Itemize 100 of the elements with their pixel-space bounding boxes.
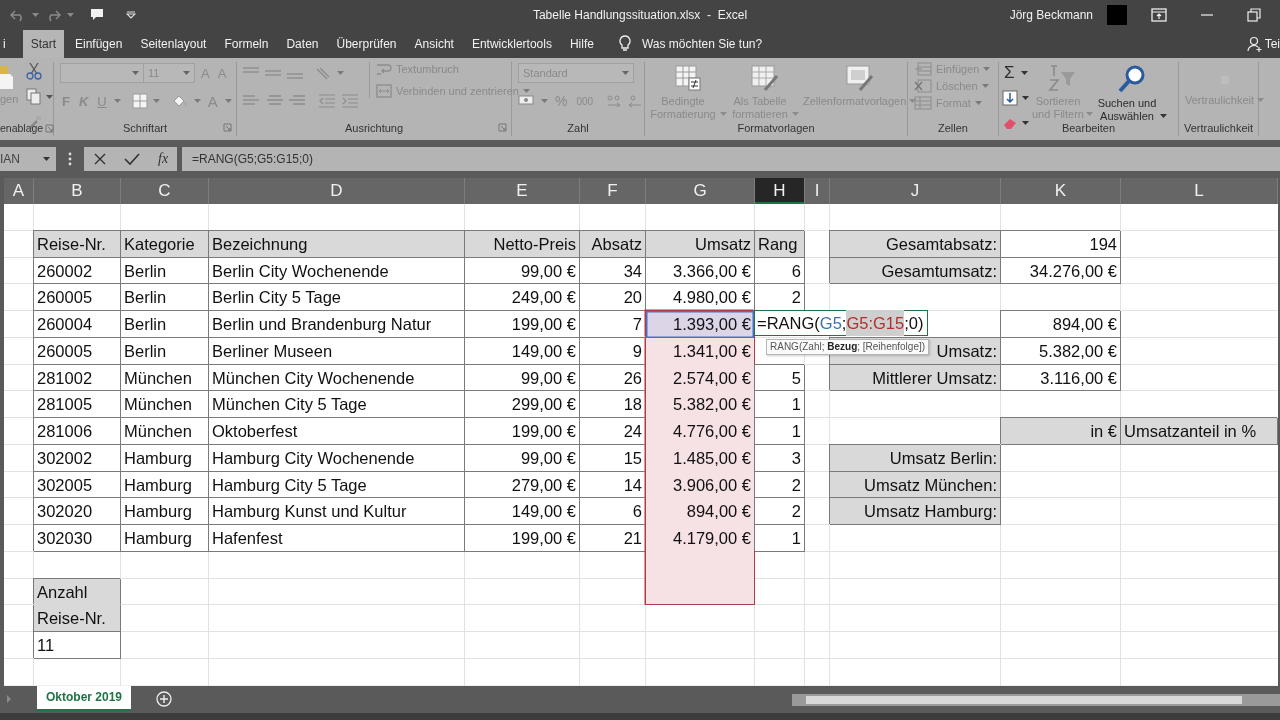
clipboard-icon[interactable] [0,64,14,90]
row-header[interactable] [0,605,4,632]
cell-reference: G5 [819,313,842,334]
restore-icon[interactable] [1247,8,1261,22]
table-cell: 894,00 € [1001,311,1121,338]
eraser-icon[interactable] [1002,116,1018,130]
column-header[interactable]: J [830,178,1001,204]
dialog-launcher-icon[interactable] [223,123,232,132]
name-box[interactable]: IAN [0,147,56,171]
column-header[interactable]: K [1001,178,1121,204]
table-cell: Hamburg [121,471,209,499]
increase-decimal-icon[interactable] [606,94,623,108]
person-add-icon[interactable] [1246,36,1263,52]
insert-function-button[interactable]: fx [158,151,169,167]
row-header[interactable] [0,632,4,659]
row-header[interactable] [0,471,4,499]
caret-icon [152,98,160,104]
avatar[interactable] [1107,5,1127,25]
caret-icon [67,12,74,18]
dialog-launcher-icon[interactable] [45,123,55,133]
column-header[interactable]: G [646,178,755,204]
row-header[interactable] [0,525,4,552]
column-header[interactable]: H [755,178,805,204]
dialog-launcher-icon[interactable] [498,123,507,132]
ribbon-tab[interactable]: Daten [279,30,326,58]
increase-indent-icon[interactable] [341,94,359,108]
ribbon-tab[interactable]: Hilfe [562,30,601,58]
table-cell: 281005 [34,391,121,418]
user-name[interactable]: Jörg Beckmann [1009,8,1093,22]
column-header[interactable]: D [209,178,465,204]
row-header[interactable] [0,658,4,686]
row-header[interactable] [0,418,4,445]
fill-down-icon[interactable] [1002,90,1018,106]
table-cell: 2.574,00 € [646,364,755,392]
row-header[interactable] [0,364,4,392]
ribbon-tab[interactable]: Formeln [217,30,276,58]
column-header[interactable]: E [465,178,580,204]
copy-icon[interactable] [26,88,43,106]
row-header[interactable] [0,391,4,418]
column-header[interactable]: L [1121,178,1278,204]
row-header[interactable] [0,498,4,525]
row-header[interactable] [0,551,4,579]
row-header[interactable] [0,311,4,338]
table-cell: 149,00 € [465,337,580,365]
cancel-icon[interactable] [92,152,107,166]
row-header[interactable] [0,337,4,365]
ribbon-tab[interactable]: Überprüfen [329,30,404,58]
ribbon-tab[interactable]: Start [22,30,64,58]
row-header[interactable] [0,257,4,285]
column-header[interactable]: A [4,178,34,204]
decrease-indent-icon[interactable] [318,94,336,108]
cell-editor[interactable]: =RANG(G5;G5:G15;0) [754,310,929,336]
ribbon-button[interactable]: Suchen und Auswählen [1096,97,1158,123]
ribbon-tab[interactable]: Seitenlayout [133,30,214,58]
decrease-decimal-icon[interactable] [627,94,644,108]
more-options-icon[interactable] [68,152,72,166]
ribbon-tab[interactable]: Entwicklertools [464,30,559,58]
formula-field[interactable]: =RANG(G5;G5:G15;0) [182,147,1280,171]
sort-filter-icon [1047,64,1078,92]
checkmark-icon[interactable] [124,152,141,166]
share-button[interactable]: Tei [1264,37,1280,51]
caret-icon [1022,95,1029,101]
column-header[interactable]: F [580,178,646,204]
row-header[interactable] [0,578,4,606]
table-cell: 34.276,00 € [1001,257,1121,285]
row-header[interactable] [0,204,4,231]
font-name-field[interactable] [60,63,144,83]
row-header[interactable] [0,284,4,311]
tell-me-search[interactable]: Was möchten Sie tun? [641,37,763,51]
table-cell: Berlin und Brandenburg Natur [209,311,465,338]
ribbon-display-icon[interactable] [1151,8,1167,22]
ribbon-tab[interactable]: i [0,30,13,58]
group-label: Zellen [938,122,968,134]
ribbon-tab[interactable]: Einfügen [68,30,130,58]
scroll-sheets-icon[interactable] [5,693,13,704]
horizontal-scrollbar[interactable] [792,693,1280,706]
row-header[interactable] [0,230,4,258]
border-icon[interactable] [131,93,148,109]
column-header[interactable]: C [121,178,209,204]
lightbulb-icon[interactable] [618,35,631,53]
add-sheet-icon[interactable] [156,690,173,707]
scissors-icon[interactable] [26,62,43,80]
align-center-icon[interactable] [266,94,284,108]
comment-icon[interactable] [90,8,106,22]
autosum-button[interactable]: Σ [1002,63,1017,83]
sheet-tab[interactable]: Oktober 2019 [37,685,132,711]
align-left-icon[interactable] [243,94,261,108]
row-header[interactable] [0,444,4,472]
table-cell: 3.906,00 € [646,471,755,499]
group-label: Zahl [567,122,589,134]
ribbon-tab[interactable]: Ansicht [407,30,461,58]
customize-icon[interactable] [126,11,136,19]
column-header[interactable]: B [34,178,121,204]
currency-icon[interactable] [518,94,536,108]
caret-icon [113,98,121,104]
column-header[interactable]: I [805,178,830,204]
table-cell: Berlin [121,257,209,285]
table-cell: 260005 [34,284,121,311]
align-right-icon[interactable] [289,94,307,108]
table-cell: Reise-Nr. [34,605,121,632]
